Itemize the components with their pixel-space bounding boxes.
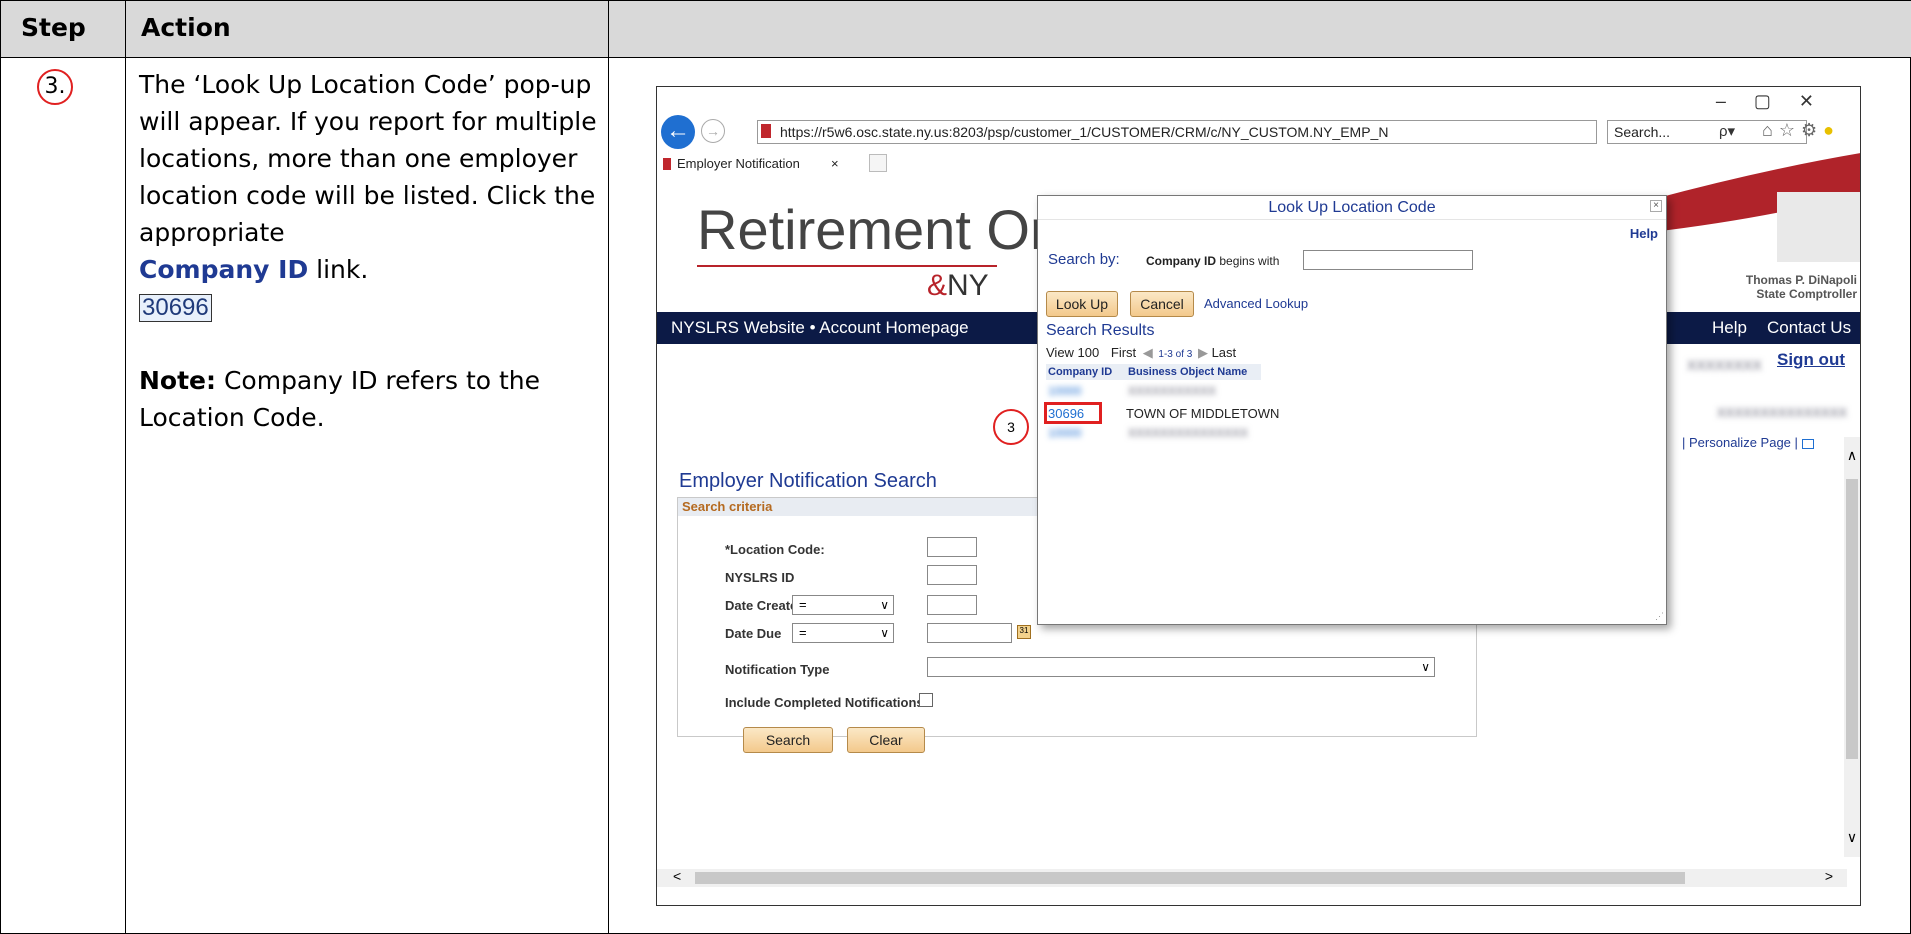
tab-favicon-icon <box>663 158 671 170</box>
instruction-table: Step Action 3. The ‘Look Up Location Cod… <box>0 0 1911 934</box>
result-row-1-name: XXXXXXXXXXX <box>1128 384 1217 398</box>
instruction-company-id: Company ID <box>139 255 309 284</box>
popup-close-icon[interactable]: × <box>1650 200 1662 212</box>
date-created-operator[interactable]: = ∨ <box>792 595 894 615</box>
toolbar-icons[interactable]: ⌂☆⚙● <box>1762 120 1840 141</box>
instruction-text: The ‘Look Up Location Code’ pop-up will … <box>139 66 609 436</box>
lookup-button[interactable]: Look Up <box>1046 291 1118 317</box>
forward-arrow-icon[interactable]: → <box>701 119 725 143</box>
sample-location-code: 30696 <box>139 294 212 322</box>
horizontal-scrollbar[interactable]: < > <box>657 868 1847 887</box>
col-business-name: Business Object Name <box>1128 366 1248 378</box>
vertical-scrollbar[interactable]: ∧ ∨ <box>1844 437 1860 857</box>
notification-type-label: Notification Type <box>725 662 830 677</box>
nyslrs-id-label: NYSLRS ID <box>725 570 795 585</box>
back-arrow-icon[interactable]: ← <box>661 115 695 149</box>
window-controls[interactable]: –▢✕ <box>1716 91 1842 112</box>
logo-underline <box>697 265 997 267</box>
vertical-scroll-thumb[interactable] <box>1846 479 1858 759</box>
callout-marker: 3 <box>993 409 1029 445</box>
calendar-icon[interactable]: 31 <box>1017 625 1031 639</box>
instruction-link-word: link. <box>308 255 369 284</box>
scroll-left-icon[interactable]: < <box>673 868 681 884</box>
sign-out-link[interactable]: Sign out <box>1777 350 1845 370</box>
logo-sub: &NY <box>927 269 989 302</box>
search-by-label: Search by: <box>1048 251 1120 268</box>
comptroller-name: Thomas P. DiNapoli <box>1745 273 1857 287</box>
horizontal-scroll-thumb[interactable] <box>695 872 1685 884</box>
results-nav: View 100 First ◀ 1-3 of 3 ▶ Last <box>1046 345 1261 363</box>
scroll-right-icon[interactable]: > <box>1825 868 1833 884</box>
step-number: 3. <box>37 69 73 105</box>
prev-icon[interactable]: ◀ <box>1143 345 1153 360</box>
date-created-field[interactable] <box>927 595 977 615</box>
include-completed-checkbox[interactable] <box>919 693 933 707</box>
highlight-box <box>1044 402 1102 424</box>
resize-grip-icon[interactable]: ⋰ <box>1655 611 1664 622</box>
date-due-operator[interactable]: = ∨ <box>792 623 894 643</box>
result-row-1-id[interactable]: 10000 <box>1048 384 1081 398</box>
next-icon[interactable]: ▶ <box>1198 345 1208 360</box>
personalize-link[interactable]: | Personalize Page | <box>1682 435 1814 450</box>
table-header <box>1 1 1911 58</box>
location-code-label: *Location Code: <box>725 542 825 557</box>
search-button[interactable]: Search <box>743 727 833 753</box>
last-link[interactable]: Last <box>1212 345 1237 360</box>
advanced-lookup-link[interactable]: Advanced Lookup <box>1204 296 1308 311</box>
account-info-blurred: XXXXXXXXXXXXXXX <box>1717 405 1848 420</box>
site-favicon-icon <box>761 124 771 138</box>
results-title: Search Results <box>1046 322 1155 339</box>
date-due-label: Date Due <box>725 626 782 641</box>
view-100-link[interactable]: View 100 <box>1046 345 1099 360</box>
logo-text: Retirement On <box>697 198 1062 261</box>
popup-help-link[interactable]: Help <box>1630 226 1658 241</box>
note-label: Note: <box>139 366 217 395</box>
first-link[interactable]: First <box>1111 345 1136 360</box>
scroll-down-icon[interactable]: ∨ <box>1844 829 1860 849</box>
nav-contact[interactable]: Contact Us <box>1767 312 1851 344</box>
popup-title: Look Up Location Code <box>1038 196 1666 220</box>
browser-screenshot: –▢✕ ← → https://r5w6.osc.state.ny.us:820… <box>656 86 1861 906</box>
address-bar[interactable]: https://r5w6.osc.state.ny.us:8203/psp/cu… <box>757 120 1597 144</box>
notification-type-select[interactable]: ∨ <box>927 657 1435 677</box>
scroll-up-icon[interactable]: ∧ <box>1844 447 1860 467</box>
nyslrs-id-field[interactable] <box>927 565 977 585</box>
results-range: 1-3 of 3 <box>1158 349 1193 360</box>
nav-links[interactable]: NYSLRS Website • Account Homepage <box>671 312 969 344</box>
result-row-3-id[interactable]: 10000 <box>1048 426 1081 440</box>
result-row-3-name: XXXXXXXXXXXXXXX <box>1128 426 1249 440</box>
search-dropdown-icon[interactable]: ρ▾ <box>1719 122 1735 140</box>
column-divider <box>125 1 126 933</box>
nav-help[interactable]: Help <box>1712 312 1747 344</box>
results-header: Company ID Business Object Name <box>1046 364 1261 380</box>
instruction-main: The ‘Look Up Location Code’ pop-up will … <box>139 70 597 247</box>
user-name-blurred: XXXXXXXX <box>1687 357 1762 373</box>
search-field-label: Company ID begins with <box>1146 254 1280 268</box>
cancel-button[interactable]: Cancel <box>1130 291 1194 317</box>
date-due-field[interactable] <box>927 623 1012 643</box>
comptroller-title: State Comptroller <box>1756 287 1857 301</box>
page-title: Employer Notification Search <box>679 470 937 492</box>
location-code-field[interactable] <box>927 537 977 557</box>
clear-button[interactable]: Clear <box>847 727 925 753</box>
company-id-input[interactable] <box>1303 250 1473 270</box>
include-completed-label: Include Completed Notifications: <box>725 695 928 710</box>
col-company-id: Company ID <box>1048 366 1113 378</box>
tab-employer-notification[interactable]: Employer Notification × <box>661 153 861 175</box>
header-action: Action <box>141 13 231 42</box>
lookup-popup: Look Up Location Code × Help Search by: … <box>1037 195 1667 625</box>
header-step: Step <box>21 13 86 42</box>
result-row-2-name: TOWN OF MIDDLETOWN <box>1126 406 1280 421</box>
new-tab-icon[interactable] <box>869 154 887 172</box>
